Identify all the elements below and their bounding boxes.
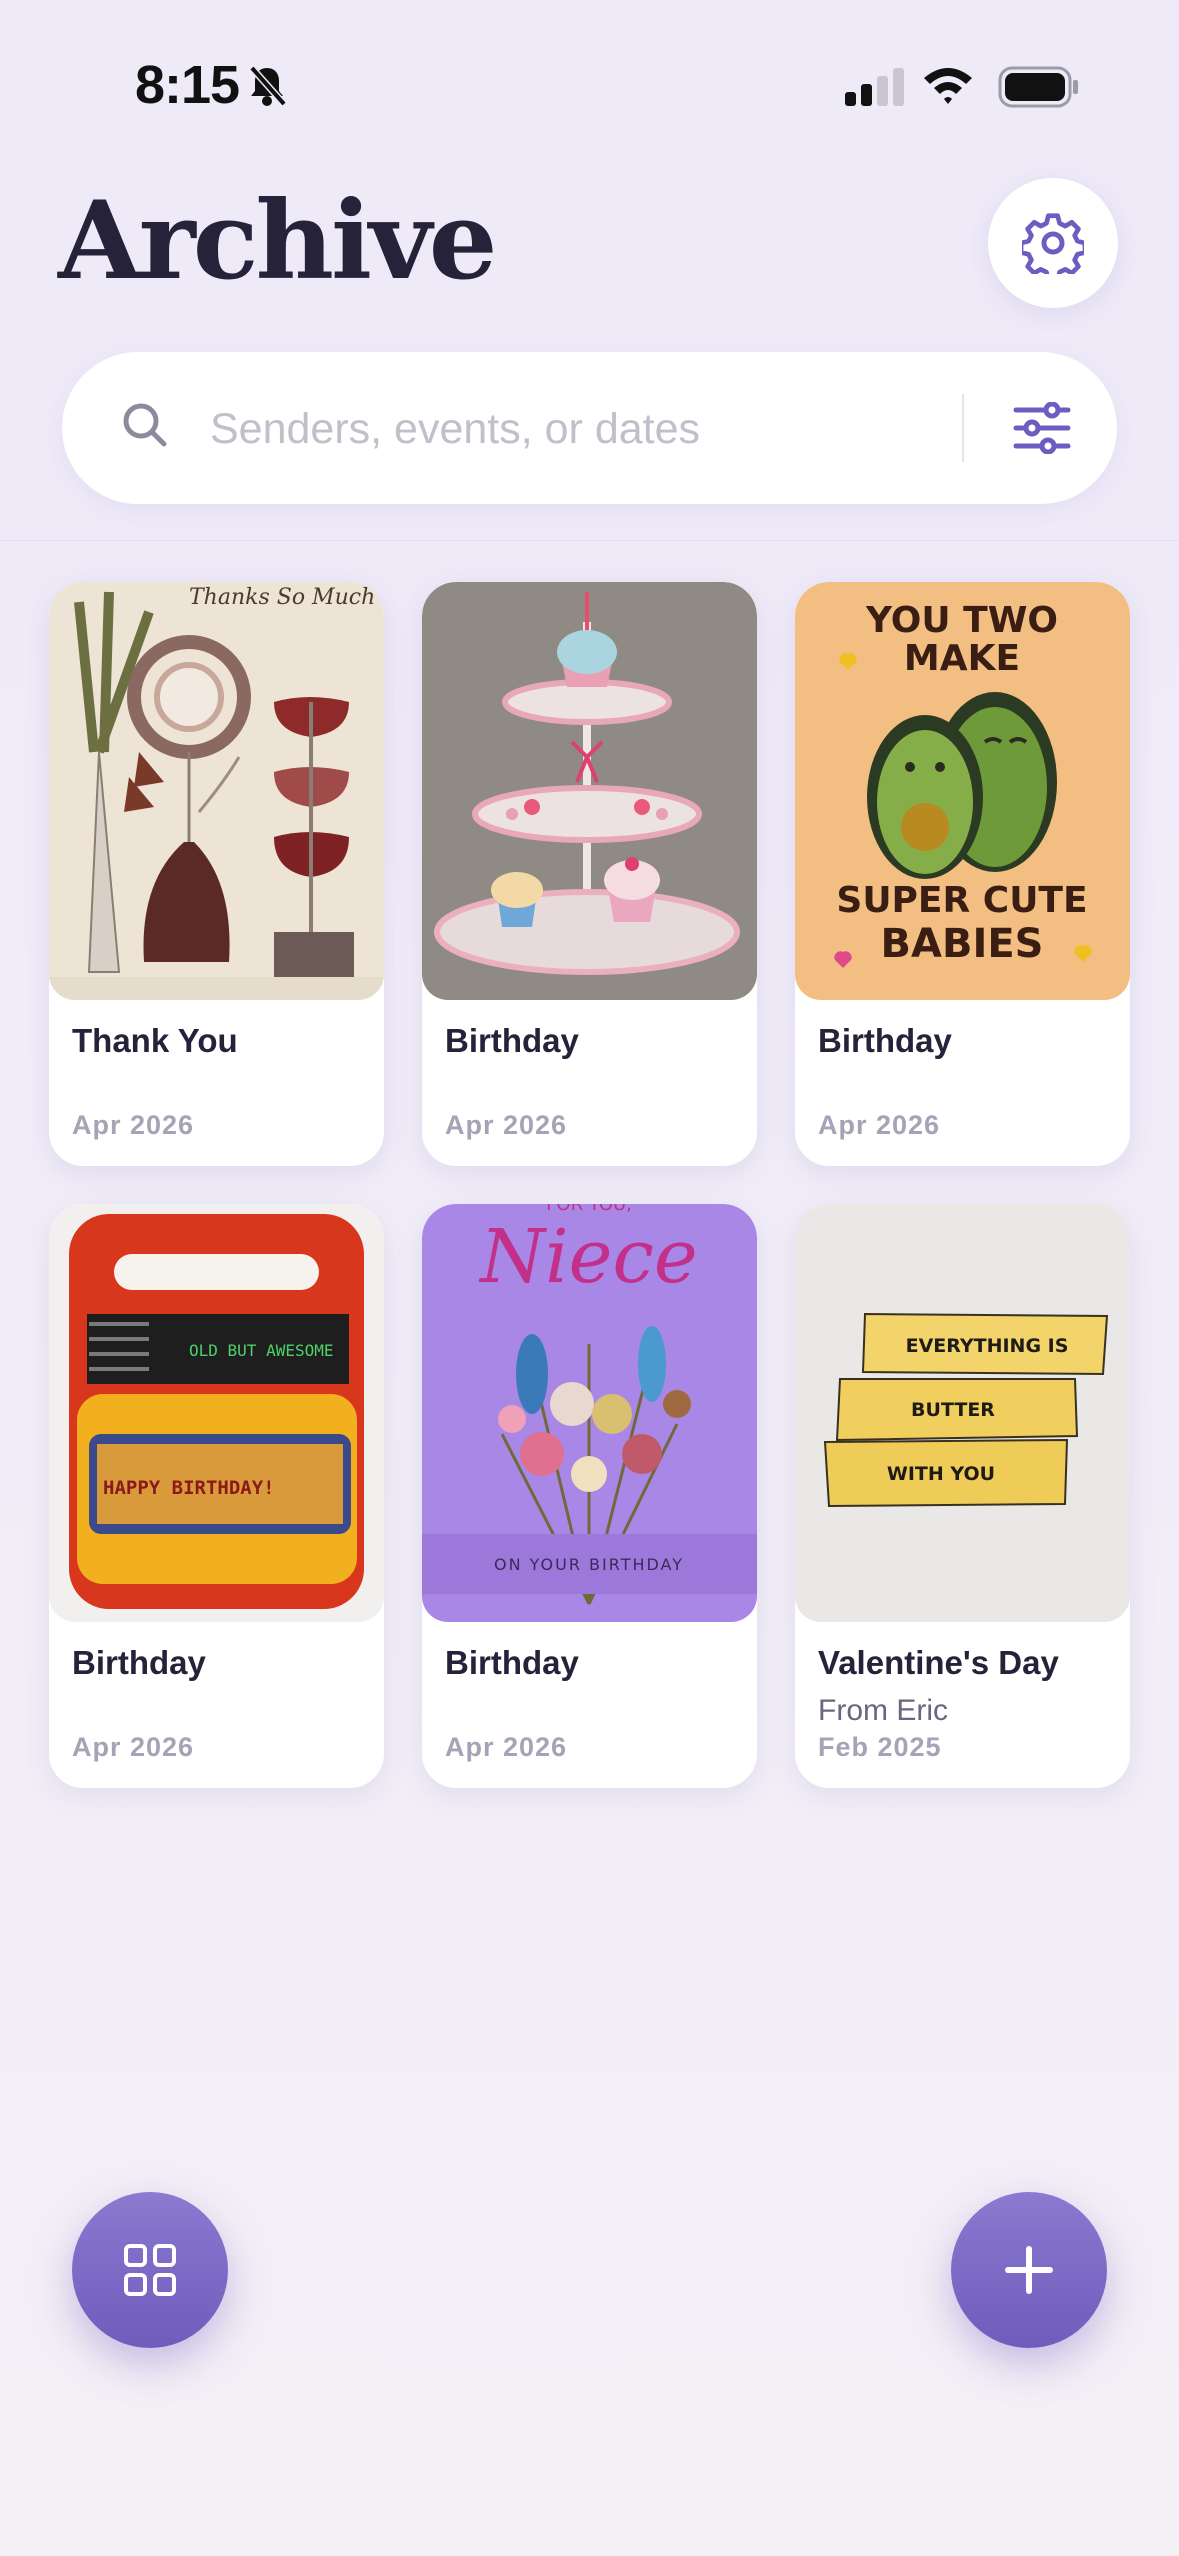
search-bar xyxy=(62,352,1117,504)
card-art-text: HAPPY BIRTHDAY! xyxy=(103,1477,275,1499)
card-art-text: BUTTER xyxy=(911,1399,995,1421)
card-thumbnail: YOU TWO MAKE SUPER CUTE BABIES xyxy=(795,582,1130,1000)
card-art-text: ON YOUR BIRTHDAY xyxy=(494,1555,684,1574)
card-thumbnail: OLD BUT AWESOME HAPPY BIRTHDAY! xyxy=(49,1204,384,1622)
card-item[interactable]: Thanks So Much Thank You Apr 2026 xyxy=(49,582,384,1166)
settings-button[interactable] xyxy=(988,178,1118,308)
card-title: Birthday xyxy=(445,1644,579,1681)
grid-icon xyxy=(124,2244,176,2296)
gear-icon xyxy=(1022,213,1084,274)
card-art-text: YOU TWO xyxy=(865,600,1058,641)
card-art-text: BABIES xyxy=(881,921,1044,967)
card-date: Apr 2026 xyxy=(445,1110,568,1140)
card-art-text: EVERYTHING IS xyxy=(906,1335,1069,1357)
wifi-icon xyxy=(924,68,972,104)
card-date: Apr 2026 xyxy=(72,1110,195,1140)
card-item[interactable]: EVERYTHING IS BUTTER WITH YOU Valentine'… xyxy=(795,1204,1130,1788)
card-art-text: SUPER CUTE xyxy=(836,880,1087,921)
card-art-text: Thanks So Much xyxy=(189,585,375,610)
search-divider xyxy=(962,394,964,462)
card-art-text: Niece xyxy=(478,1214,697,1300)
card-art-text: MAKE xyxy=(904,638,1020,679)
card-title: Birthday xyxy=(445,1022,579,1059)
card-art-text: WITH YOU xyxy=(887,1463,995,1485)
card-title: Birthday xyxy=(818,1022,952,1059)
card-thumbnail: EVERYTHING IS BUTTER WITH YOU xyxy=(795,1204,1130,1622)
cellular-signal-icon xyxy=(845,68,904,106)
card-title: Birthday xyxy=(72,1644,206,1681)
card-title: Thank You xyxy=(72,1022,238,1059)
card-title: Valentine's Day xyxy=(818,1644,1059,1681)
card-thumbnail xyxy=(422,582,757,1000)
card-sender: From Eric xyxy=(818,1694,948,1727)
card-date: Apr 2026 xyxy=(72,1732,195,1762)
search-icon xyxy=(123,403,167,447)
status-time: 8:15 xyxy=(135,55,240,115)
card-item[interactable]: FOR YOU, Niece ON YOUR BIRTHDAY Birthday… xyxy=(422,1204,757,1788)
card-item[interactable]: Birthday Apr 2026 xyxy=(422,582,757,1166)
card-date: Feb 2025 xyxy=(818,1732,942,1762)
grid-view-button[interactable] xyxy=(72,2192,228,2348)
card-item[interactable]: OLD BUT AWESOME HAPPY BIRTHDAY! Birthday… xyxy=(49,1204,384,1788)
card-date: Apr 2026 xyxy=(445,1732,568,1762)
sliders-icon xyxy=(1013,402,1071,454)
bell-slash-icon xyxy=(249,65,287,107)
page-title: Archive xyxy=(58,178,497,304)
card-art-text: OLD BUT AWESOME xyxy=(189,1341,334,1360)
plus-icon xyxy=(1005,2246,1053,2294)
battery-icon xyxy=(998,66,1078,108)
search-input[interactable] xyxy=(208,392,992,466)
status-bar: 8:15 xyxy=(0,0,1179,150)
card-thumbnail: FOR YOU, Niece ON YOUR BIRTHDAY xyxy=(422,1204,757,1622)
card-item[interactable]: YOU TWO MAKE SUPER CUTE BABIES Birthday … xyxy=(795,582,1130,1166)
card-date: Apr 2026 xyxy=(818,1110,941,1140)
filter-button[interactable] xyxy=(992,390,1092,466)
card-thumbnail: Thanks So Much xyxy=(49,582,384,1000)
add-card-button[interactable] xyxy=(951,2192,1107,2348)
